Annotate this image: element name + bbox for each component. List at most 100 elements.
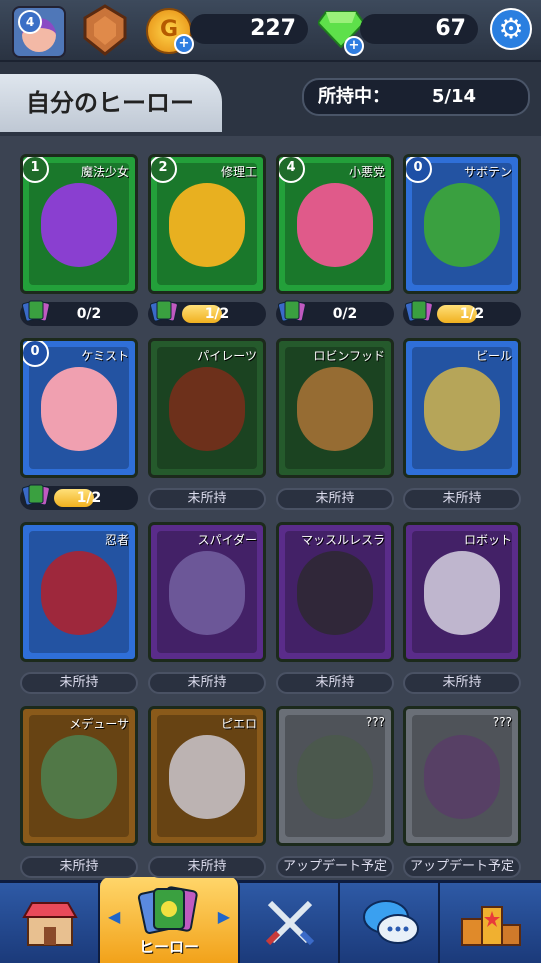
podium-icon (461, 906, 521, 946)
hero-portrait (297, 183, 373, 267)
next-arrow-icon[interactable]: ▶ (218, 907, 230, 926)
nav-shop[interactable] (0, 883, 100, 963)
hero-status-label: 未所持 (403, 672, 521, 694)
player-level-badge: 4 (18, 10, 42, 34)
progress-text: 0/2 (332, 306, 358, 322)
progress-text: 1/2 (204, 306, 230, 322)
hero-status-label: 未所持 (20, 856, 138, 878)
hero-portrait (41, 551, 117, 635)
hero-name: ロボット (463, 533, 512, 547)
hero-portrait (297, 551, 373, 635)
player-avatar[interactable]: 4 (12, 6, 66, 58)
hero-card-progress: 1/2 (148, 300, 266, 326)
add-coins-button[interactable]: + (174, 34, 194, 54)
progress-text: 1/2 (76, 490, 102, 506)
hero-card-progress: 0/2 (20, 300, 138, 326)
hero-card[interactable]: スパイダー (148, 522, 266, 662)
hero-level-badge: 4 (279, 157, 305, 183)
hero-portrait (424, 367, 500, 451)
hero-card[interactable]: マッスルレスラ (276, 522, 394, 662)
progress-text: 1/2 (459, 306, 485, 322)
hero-status-label: 未所持 (276, 488, 394, 510)
hero-name: マッスルレスラ (300, 533, 385, 547)
page-title: 自分のヒーロー (0, 74, 222, 132)
top-bar: 4 G + 227 + 67 ⚙ (0, 0, 541, 62)
hero-status-label: 未所持 (20, 672, 138, 694)
gem-counter: 67 (360, 14, 478, 44)
hero-status-label: 未所持 (403, 488, 521, 510)
hero-card[interactable]: 魔法少女 1 (20, 154, 138, 294)
hero-status-label: 未所持 (276, 672, 394, 694)
hero-card[interactable]: 修理工 2 (148, 154, 266, 294)
hero-name: ケミスト (81, 349, 129, 363)
hero-card[interactable]: サボテン 0 (403, 154, 521, 294)
hero-portrait (297, 367, 373, 451)
hero-status-label: 未所持 (148, 672, 266, 694)
prev-arrow-icon[interactable]: ◀ (108, 907, 120, 926)
hero-portrait (424, 183, 500, 267)
hero-portrait (41, 367, 117, 451)
hero-card-progress: 1/2 (20, 484, 138, 510)
hero-card-progress: 1/2 (403, 300, 521, 326)
hero-card[interactable]: ??? (403, 706, 521, 846)
hero-card[interactable]: ??? (276, 706, 394, 846)
nav-chat[interactable] (340, 883, 440, 963)
hero-level-badge: 0 (23, 341, 49, 367)
hero-status-label: 未所持 (148, 488, 266, 510)
hero-card[interactable]: パイレーツ (148, 338, 266, 478)
settings-gear-icon[interactable]: ⚙ (490, 8, 532, 50)
hero-card[interactable]: 小悪党 4 (276, 154, 394, 294)
hero-name: ??? (492, 715, 512, 729)
hero-portrait (424, 551, 500, 635)
hero-name: ロビンフッド (313, 349, 385, 363)
hero-name: ピエロ (220, 717, 257, 731)
hero-portrait (169, 367, 245, 451)
hero-name: ビール (475, 349, 512, 363)
add-gems-button[interactable]: + (344, 36, 364, 56)
nav-battle[interactable] (240, 883, 340, 963)
hero-level-badge: 0 (406, 157, 432, 183)
hero-card[interactable]: ビール (403, 338, 521, 478)
hero-name: パイレーツ (197, 349, 257, 363)
hero-card[interactable]: ピエロ (148, 706, 266, 846)
coin-counter: 227 (190, 14, 308, 44)
hero-card[interactable]: 忍者 (20, 522, 138, 662)
owned-value: 5/14 (431, 86, 476, 107)
chat-bubble-icon (363, 900, 419, 944)
hero-status-label: 未所持 (148, 856, 266, 878)
nav-hero-label: ヒーロー (138, 938, 199, 956)
hero-level-badge: 2 (151, 157, 177, 183)
hero-name: 忍者 (104, 533, 129, 547)
hero-cards-icon (137, 886, 198, 934)
hero-portrait (41, 735, 117, 819)
hero-card[interactable]: メデューサ (20, 706, 138, 846)
hero-name: メデューサ (69, 717, 129, 731)
hero-portrait (169, 551, 245, 635)
hero-name: 修理工 (220, 165, 257, 179)
hero-name: ??? (365, 715, 385, 729)
hero-portrait (424, 735, 500, 819)
hero-level-badge: 1 (23, 157, 49, 183)
hero-name: 魔法少女 (80, 165, 129, 179)
owned-count-panel: 所持中： 5/14 (302, 78, 530, 116)
shop-icon (22, 902, 78, 946)
hero-status-label: アップデート予定 (403, 856, 521, 878)
hero-name: サボテン (463, 165, 512, 179)
hero-status-label: アップデート予定 (276, 856, 394, 878)
hero-card[interactable]: ケミスト 0 (20, 338, 138, 478)
hero-portrait (169, 183, 245, 267)
hero-portrait (41, 183, 117, 267)
nav-hero[interactable]: ◀ ▶ ヒーロー (100, 877, 240, 963)
bottom-nav: ◀ ▶ ヒーロー (0, 877, 541, 963)
hero-card[interactable]: ロビンフッド (276, 338, 394, 478)
crossed-swords-icon (265, 900, 315, 946)
hero-card[interactable]: ロボット (403, 522, 521, 662)
hero-portrait (169, 735, 245, 819)
nav-ranking[interactable] (440, 883, 540, 963)
hero-portrait (297, 735, 373, 819)
progress-text: 0/2 (76, 306, 102, 322)
rank-shield-icon[interactable] (80, 4, 130, 56)
owned-label: 所持中： (318, 86, 390, 107)
hero-card-progress: 0/2 (276, 300, 394, 326)
hero-name: 小悪党 (348, 165, 385, 179)
